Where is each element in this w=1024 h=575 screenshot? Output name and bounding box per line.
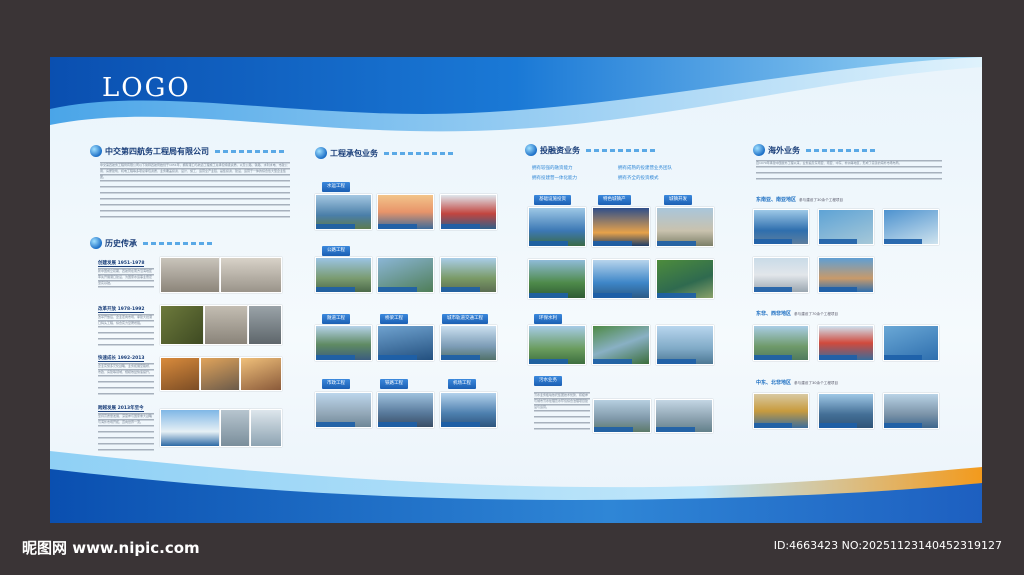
- project-photo: [315, 325, 372, 361]
- investment-bullet-3: 拥有投建营一体化能力: [532, 176, 577, 181]
- watermark-site: 昵图网 www.nipic.com: [22, 539, 200, 557]
- tag-urban-dev: 城镇开发: [664, 195, 692, 205]
- history-title: 历史传承: [90, 237, 213, 249]
- region-middle-east-north-africa: 中东、北非地区 参与建设了30余个工程项目: [756, 380, 839, 386]
- tag-infrastructure: 基础设施投资: [534, 195, 571, 205]
- project-photo: [883, 209, 939, 245]
- tag-highway: 公路工程: [322, 246, 350, 256]
- history-photo: [220, 257, 282, 293]
- project-photo: [818, 209, 874, 245]
- watermark-id: ID:4663423 NO:20251123140452319127: [773, 539, 1002, 552]
- project-photo: [440, 194, 497, 230]
- bullet-ball-icon: [753, 144, 765, 156]
- bullet-ball-icon: [90, 237, 102, 249]
- tag-environment-water: 环保水利: [534, 314, 562, 324]
- project-photo: [883, 325, 939, 361]
- investment-bullet-1: 拥有较强的融资能力: [532, 166, 573, 171]
- investment-title: 投融资业务: [525, 144, 656, 156]
- project-photo: [753, 209, 809, 245]
- project-photo: [440, 257, 497, 293]
- history-photo: [204, 305, 248, 345]
- project-photo: [315, 194, 372, 230]
- project-photo: [656, 325, 714, 365]
- history-phase-3-text: 企业实施多元化战略，业务拓展至路桥、市政、房建等领域，规模效益快速提升。: [98, 363, 154, 399]
- dotted-line-decoration: [384, 151, 454, 155]
- project-photo: [377, 392, 434, 428]
- history-photo: [160, 305, 204, 345]
- project-photo: [440, 325, 497, 361]
- project-photo: [440, 392, 497, 428]
- project-photo: [592, 259, 650, 299]
- display-board: LOGO 中交第四航务工程局有限公司 中交第四航务工程局有限公司以下简称四航局始…: [50, 57, 982, 523]
- history-photo: [160, 257, 220, 293]
- history-phase-2-text: 改革开放后，企业走向市场，承建大批港口码头工程，综合实力显著增强。: [98, 314, 154, 350]
- history-phase-2: 改革开放 1978-1992: [98, 307, 145, 313]
- project-photo: [592, 325, 650, 365]
- overseas-intro: 自1979年承建中国援外工程以来，业务遍及东南亚、南亚、中东、非洲等地区，形成了…: [756, 160, 942, 182]
- project-photo: [753, 257, 809, 293]
- investment-bullet-4: 拥有齐全的投资模式: [618, 176, 659, 181]
- region-southeast-asia: 东南亚、南亚地区 参与建设了30余个工程项目: [756, 197, 844, 203]
- tag-featured-town: 特色城镇产: [598, 195, 631, 205]
- project-photo: [592, 207, 650, 247]
- history-photo: [240, 357, 282, 391]
- bullet-ball-icon: [90, 145, 102, 157]
- project-photo: [656, 207, 714, 247]
- history-photo: [200, 357, 240, 391]
- project-photo: [528, 259, 586, 299]
- project-photo: [655, 399, 713, 433]
- overseas-title: 海外业务: [753, 144, 876, 156]
- history-phase-4-text: 坚持高质量发展，深度参与国家重大战略与海外市场开拓，迈向世界一流。: [98, 413, 154, 453]
- project-photo: [377, 257, 434, 293]
- project-photo: [753, 393, 809, 429]
- tag-railway: 铁路工程: [380, 379, 408, 389]
- company-intro: 中交第四航务工程局有限公司以下简称四航局始创于1951年，拥有港口与航道工程施工…: [100, 162, 290, 222]
- project-photo: [753, 325, 809, 361]
- wastewater-note: 污水业务板块依托集团技术优势，积极参与城市污水处理及水环境综合治理项目建设与运营…: [534, 392, 590, 432]
- tag-municipal: 市政工程: [322, 379, 350, 389]
- project-photo: [315, 257, 372, 293]
- history-phase-3: 快速成长 1992-2013: [98, 356, 145, 362]
- investment-bullet-2: 拥有成熟的投建营业务团队: [618, 166, 672, 171]
- project-photo: [656, 259, 714, 299]
- region-east-west-africa: 东非、西非地区 参与建设了70余个工程项目: [756, 311, 839, 317]
- logo-text: LOGO: [102, 73, 191, 103]
- history-phase-1-text: 新中国成立初期，四航局在南方沿海地区率先开展港口建设，为国家水运事业奠定坚实基础…: [98, 268, 154, 292]
- dotted-line-decoration: [143, 241, 213, 245]
- tag-wastewater: 污水业务: [534, 376, 562, 386]
- project-photo: [818, 393, 874, 429]
- history-photo: [250, 409, 282, 447]
- project-photo: [593, 399, 651, 433]
- history-photo: [248, 305, 282, 345]
- project-photo: [528, 325, 586, 365]
- history-phase-1: 创建发展 1951-1978: [98, 261, 145, 267]
- tag-airport: 机场工程: [448, 379, 476, 389]
- company-title: 中交第四航务工程局有限公司: [90, 145, 285, 157]
- project-photo: [818, 325, 874, 361]
- engineering-title: 工程承包业务: [315, 147, 454, 159]
- tag-urban-rail: 城市轨道交通工程: [442, 314, 488, 324]
- dotted-line-decoration: [806, 148, 876, 152]
- project-photo: [377, 194, 434, 230]
- project-photo: [528, 207, 586, 247]
- history-photo: [160, 357, 200, 391]
- project-photo: [315, 392, 372, 428]
- project-photo: [377, 325, 434, 361]
- bottom-wave-banner: [50, 451, 982, 523]
- tag-tunnel: 隧道工程: [322, 314, 350, 324]
- dotted-line-decoration: [215, 149, 285, 153]
- project-photo: [883, 393, 939, 429]
- dotted-line-decoration: [586, 148, 656, 152]
- bullet-ball-icon: [315, 147, 327, 159]
- tag-bridge: 桥梁工程: [380, 314, 408, 324]
- history-phase-4: 跨越发展 2013年至今: [98, 406, 144, 412]
- tag-water-transport: 水运工程: [322, 182, 350, 192]
- project-photo: [818, 257, 874, 293]
- history-photo: [160, 409, 220, 447]
- history-photo: [220, 409, 250, 447]
- bullet-ball-icon: [525, 144, 537, 156]
